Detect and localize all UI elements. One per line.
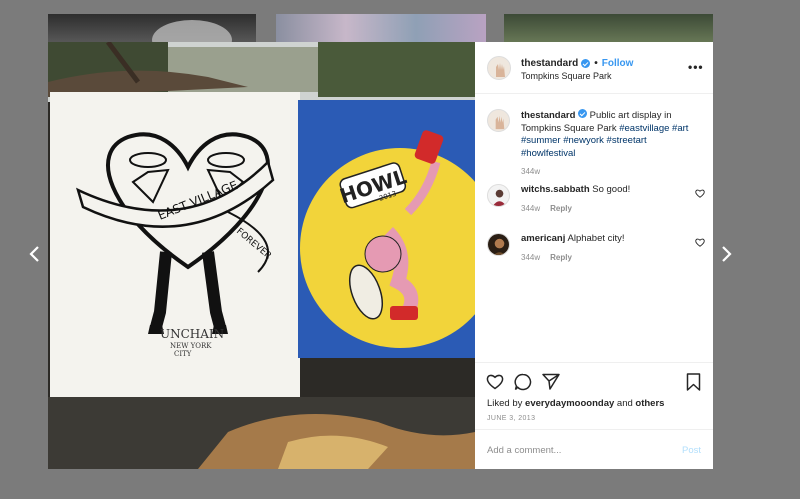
add-comment-bar: Add a comment... Post xyxy=(475,429,713,470)
likes-prefix: Liked by xyxy=(487,398,523,409)
post-comment-button[interactable]: Post xyxy=(682,445,701,456)
background-thumbnail-previous xyxy=(48,14,256,44)
bookmark-icon[interactable] xyxy=(686,373,701,391)
heart-icon[interactable] xyxy=(486,373,504,390)
caption-avatar[interactable] xyxy=(487,109,510,132)
verified-badge-icon xyxy=(581,59,591,68)
more-options-icon[interactable]: ••• xyxy=(688,60,704,74)
comment-text: Alphabet city! xyxy=(567,233,625,244)
post-location[interactable]: Tompkins Square Park xyxy=(521,71,612,81)
mural-bottom-text-1: UNCHAIN xyxy=(160,327,224,341)
comment-meta: 344w Reply xyxy=(521,203,681,216)
verified-badge-icon xyxy=(578,109,588,118)
hashtag-link[interactable]: #art xyxy=(672,123,688,134)
comment-icon[interactable] xyxy=(514,373,532,391)
separator-dot: • xyxy=(594,58,598,69)
comment-text: So good! xyxy=(592,184,631,195)
caption-username[interactable]: thestandard xyxy=(521,110,575,121)
comment-body: witchs.sabbath So good! 344w Reply xyxy=(521,184,681,215)
hand-avatar-icon xyxy=(488,110,509,131)
likes-joiner: and xyxy=(616,398,633,409)
comment-body: americanj Alphabet city! 344w Reply xyxy=(521,233,681,264)
comment-username[interactable]: americanj xyxy=(521,233,565,244)
comment-meta: 344w Reply xyxy=(521,252,681,265)
post-actions: Liked by everydaymooonday and others JUN… xyxy=(475,362,713,469)
likes-summary: Liked by everydaymooonday and others xyxy=(487,398,664,409)
background-thumbnail-middle xyxy=(276,14,486,44)
post-date[interactable]: JUNE 3, 2013 xyxy=(487,415,535,422)
commenter-avatar[interactable] xyxy=(487,184,510,207)
post-header: thestandard • Follow Tompkins Square Par… xyxy=(475,42,713,94)
reply-button[interactable]: Reply xyxy=(550,204,572,213)
caption-body: thestandard Public art display in Tompki… xyxy=(521,109,689,179)
like-comment-heart-icon[interactable] xyxy=(695,238,705,247)
hashtag-link[interactable]: #streetart xyxy=(607,135,647,146)
background-thumbnail-next xyxy=(504,14,713,44)
commenter-avatar[interactable] xyxy=(487,233,510,256)
mural-bottom-text-2: NEW YORK xyxy=(170,342,212,350)
hashtag-link[interactable]: #newyork xyxy=(563,135,604,146)
post-photo[interactable]: HOWL 2013 EAST VILLAGE FOREVER UNCHAIN N… xyxy=(48,42,475,469)
liked-by-user[interactable]: everydaymooonday xyxy=(525,398,614,409)
add-comment-input[interactable]: Add a comment... xyxy=(487,445,561,456)
author-username[interactable]: thestandard xyxy=(521,58,578,69)
follow-button[interactable]: Follow xyxy=(602,58,634,69)
post-detail-panel: thestandard • Follow Tompkins Square Par… xyxy=(475,42,713,469)
comment-age[interactable]: 344w xyxy=(521,253,540,262)
person-avatar-icon xyxy=(488,234,509,255)
comment-username[interactable]: witchs.sabbath xyxy=(521,184,590,195)
likes-others[interactable]: others xyxy=(635,398,664,409)
mural-bottom-text-3: CITY xyxy=(174,350,192,358)
hashtag-link[interactable]: #summer xyxy=(521,135,561,146)
like-comment-heart-icon[interactable] xyxy=(695,189,705,198)
hashtag-link[interactable]: #eastvillage xyxy=(619,123,669,134)
hand-avatar-icon xyxy=(488,57,510,79)
previous-post-arrow[interactable] xyxy=(26,244,42,264)
hashtag-link[interactable]: #howlfestival xyxy=(521,148,575,159)
caption-age[interactable]: 344w xyxy=(521,166,689,179)
person-avatar-icon xyxy=(488,185,509,206)
post-author-row: thestandard • Follow xyxy=(521,58,633,69)
comment-age[interactable]: 344w xyxy=(521,204,540,213)
author-avatar[interactable] xyxy=(487,56,511,80)
mural-image: HOWL 2013 EAST VILLAGE FOREVER UNCHAIN N… xyxy=(48,42,475,469)
chevron-left-icon xyxy=(29,246,39,262)
chevron-right-icon xyxy=(722,246,732,262)
next-post-arrow[interactable] xyxy=(719,244,735,264)
reply-button[interactable]: Reply xyxy=(550,253,572,262)
share-icon[interactable] xyxy=(542,373,560,390)
